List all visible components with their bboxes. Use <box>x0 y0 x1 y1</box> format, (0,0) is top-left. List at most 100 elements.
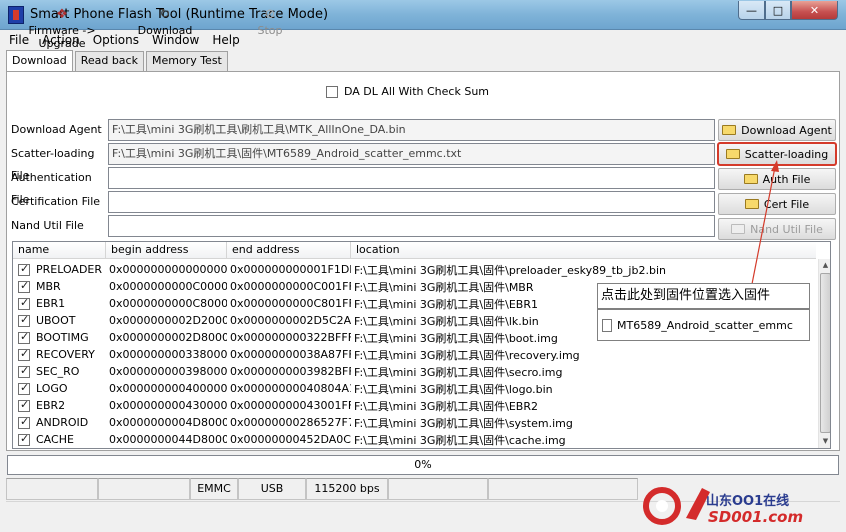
download-icon: ↻ <box>159 7 171 22</box>
watermark-name: 山东OO1在线 <box>706 494 790 509</box>
partition-name-cell: SEC_RO <box>13 365 106 378</box>
end-address-cell: 0x00000000452DA0CF <box>230 433 351 446</box>
table-row[interactable]: EBR2 0x00000000043000000x00000000043001FF… <box>13 397 816 414</box>
partition-table: name begin address end address location … <box>12 241 831 449</box>
scatter-loading-field[interactable]: F:\工具\mini 3G刷机工具\固件\MT6589_Android_scat… <box>108 143 715 165</box>
partition-checkbox[interactable] <box>18 314 30 327</box>
location-cell: F:\工具\mini 3G刷机工具\固件\recovery.img <box>354 348 580 362</box>
table-row[interactable]: CACHE 0x0000000044D800000x00000000452DA0C… <box>13 431 816 448</box>
partition-checkbox[interactable] <box>18 433 30 446</box>
partition-checkbox[interactable] <box>18 348 30 361</box>
partition-checkbox[interactable] <box>18 365 30 378</box>
partition-checkbox[interactable] <box>18 416 30 429</box>
scroll-up-icon[interactable]: ▲ <box>819 259 830 272</box>
partition-name: PRELOADER <box>36 263 103 276</box>
download-label: Download <box>137 24 193 37</box>
download-agent-field[interactable]: F:\工具\mini 3G刷机工具\刷机工具\MTK_AllInOne_DA.b… <box>108 119 715 141</box>
tab-download[interactable]: Download <box>6 50 73 71</box>
status-port: USB <box>238 478 306 500</box>
end-address-cell: 0x0000000000C801FF <box>230 297 351 310</box>
close-button[interactable]: ✕ <box>791 1 838 20</box>
end-address-cell: 0x00000000040804A1 <box>230 382 351 395</box>
auth-file-button[interactable]: Auth File <box>718 168 836 190</box>
watermark-url: SD001.com <box>708 508 804 526</box>
annotation-file-item: MT6589_Android_scatter_emmc <box>597 309 810 341</box>
table-row[interactable]: SEC_RO 0x00000000039800000x0000000003982B… <box>13 363 816 380</box>
scroll-thumb[interactable] <box>820 273 830 433</box>
end-address-cell: 0x00000000043001FF <box>230 399 351 412</box>
location-cell: F:\工具\mini 3G刷机工具\固件\preloader_esky89_tb… <box>354 263 666 277</box>
folder-icon <box>725 149 740 159</box>
nand-util-button-label: Nand Util File <box>750 222 823 236</box>
vertical-scrollbar[interactable]: ▲ ▼ <box>818 259 830 448</box>
partition-name-cell: CACHE <box>13 433 106 446</box>
column-begin-address[interactable]: begin address <box>106 242 227 259</box>
table-header: name begin address end address location <box>13 242 816 259</box>
menu-bar: File Action Options Window Help <box>0 30 846 50</box>
partition-checkbox[interactable] <box>18 331 30 344</box>
begin-address-cell: 0x0000000004000000 <box>109 382 227 395</box>
begin-address-cell: 0x0000000002D80000 <box>109 331 227 344</box>
table-row[interactable]: RECOVERY 0x00000000033800000x00000000038A… <box>13 346 816 363</box>
partition-name-cell: UBOOT <box>13 314 106 327</box>
partition-name: LOGO <box>36 382 68 395</box>
partition-checkbox[interactable] <box>18 280 30 293</box>
column-location[interactable]: location <box>351 242 816 259</box>
minimize-button[interactable]: — <box>738 1 765 20</box>
menu-help[interactable]: Help <box>212 33 239 47</box>
download-button[interactable]: ↻ Download <box>135 7 195 38</box>
begin-address-cell: 0x0000000000000000 <box>109 263 227 276</box>
location-cell: F:\工具\mini 3G刷机工具\固件\logo.bin <box>354 382 553 396</box>
scroll-down-icon[interactable]: ▼ <box>819 435 830 448</box>
auth-file-button-label: Auth File <box>762 172 811 186</box>
nand-util-field[interactable] <box>108 215 715 237</box>
scatter-loading-button-label: Scatter-loading <box>744 147 829 161</box>
annotation-callout: 点击此处到固件位置选入固件 <box>597 283 810 309</box>
tab-read-back[interactable]: Read back <box>74 51 144 71</box>
folder-icon <box>743 174 758 184</box>
progress-bar: 0% <box>7 455 839 475</box>
table-row[interactable]: ANDROID 0x0000000004D800000x0000000028652… <box>13 414 816 431</box>
annotation-file-name: MT6589_Android_scatter_emmc <box>617 318 793 332</box>
table-row[interactable]: LOGO 0x00000000040000000x00000000040804A1… <box>13 380 816 397</box>
firmware-upgrade-icon: ❖ <box>56 7 68 22</box>
cert-file-button-label: Cert File <box>763 197 810 211</box>
folder-icon <box>722 125 737 135</box>
scatter-loading-label: Scatter-loading File <box>11 147 95 182</box>
status-cell-6 <box>388 478 488 500</box>
column-name[interactable]: name <box>13 242 106 259</box>
partition-checkbox[interactable] <box>18 399 30 412</box>
partition-name: EBR1 <box>36 297 66 310</box>
table-row[interactable]: PRELOADER 0x00000000000000000x00000000000… <box>13 261 816 278</box>
checksum-checkbox[interactable] <box>326 85 338 98</box>
maximize-button[interactable]: □ <box>765 1 791 20</box>
scatter-loading-button[interactable]: Scatter-loading <box>717 142 837 166</box>
nand-util-button[interactable]: Nand Util File <box>718 218 836 240</box>
partition-name-cell: BOOTIMG <box>13 331 106 344</box>
partition-name: CACHE <box>36 433 74 446</box>
folder-icon <box>731 224 746 234</box>
cert-file-button[interactable]: Cert File <box>718 193 836 215</box>
partition-name-cell: PRELOADER <box>13 263 106 276</box>
partition-name-cell: EBR2 <box>13 399 106 412</box>
firmware-upgrade-button[interactable]: ❖ Firmware -> Upgrade <box>7 7 117 51</box>
column-end-address[interactable]: end address <box>227 242 351 259</box>
begin-address-cell: 0x0000000003380000 <box>109 348 227 361</box>
partition-name-cell: RECOVERY <box>13 348 106 361</box>
partition-checkbox[interactable] <box>18 297 30 310</box>
end-address-cell: 0x0000000003982BFF <box>230 365 351 378</box>
auth-file-field[interactable] <box>108 167 715 189</box>
partition-name: EBR2 <box>36 399 66 412</box>
stop-button[interactable]: ⊘ Stop <box>250 8 290 38</box>
download-agent-button[interactable]: Download Agent <box>718 119 836 141</box>
checksum-option[interactable]: DA DL All With Check Sum <box>326 85 489 98</box>
tab-memory-test[interactable]: Memory Test <box>145 51 228 71</box>
partition-name-cell: ANDROID <box>13 416 106 429</box>
begin-address-cell: 0x0000000000C00000 <box>109 280 227 293</box>
partition-checkbox[interactable] <box>18 263 30 276</box>
cert-file-field[interactable] <box>108 191 715 213</box>
status-storage: EMMC <box>190 478 238 500</box>
partition-checkbox[interactable] <box>18 382 30 395</box>
tab-strip: Download Read back Memory Test <box>6 50 230 71</box>
partition-name-cell: EBR1 <box>13 297 106 310</box>
